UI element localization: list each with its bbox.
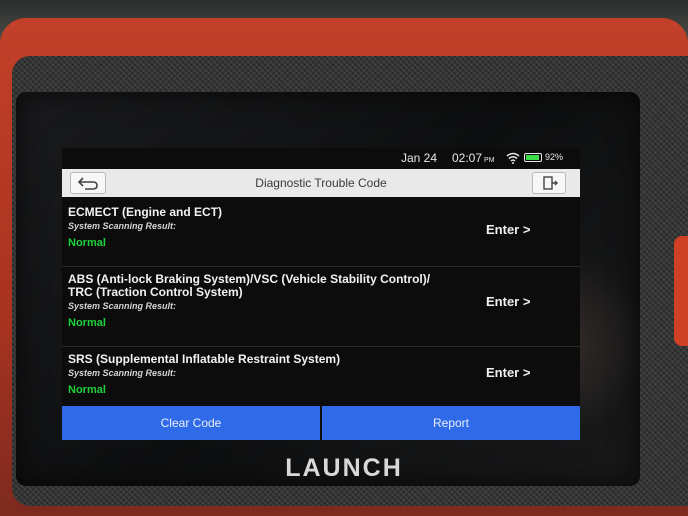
system-status: Normal: [68, 384, 106, 396]
status-time-value: 02:07: [452, 151, 483, 165]
status-time: 02:07 PM: [452, 151, 495, 165]
status-date: Jan 24: [401, 151, 438, 165]
enter-button-abs[interactable]: Enter >: [486, 294, 530, 309]
battery-percent: 92%: [545, 152, 564, 162]
exit-icon: [543, 176, 558, 190]
system-name: ECMECT (Engine and ECT): [68, 205, 222, 219]
enter-button-srs[interactable]: Enter >: [486, 365, 530, 380]
clear-code-button[interactable]: Clear Code: [62, 406, 320, 440]
row-divider: [62, 346, 580, 347]
status-ampm: PM: [484, 157, 495, 164]
system-status: Normal: [68, 317, 106, 329]
title-bar: Diagnostic Trouble Code: [62, 169, 580, 197]
page-title: Diagnostic Trouble Code: [255, 176, 387, 190]
row-divider: [62, 266, 580, 267]
system-status: Normal: [68, 237, 106, 249]
exit-button[interactable]: [532, 172, 566, 194]
status-bar: Jan 24 02:07 PM 92%: [62, 148, 580, 168]
report-button[interactable]: Report: [322, 406, 580, 440]
brand-logo: LAUNCH: [285, 454, 403, 482]
wifi-icon: [506, 152, 520, 164]
device-screen: Jan 24 02:07 PM 92% Diagnostic Trouble Co…: [62, 148, 580, 440]
enter-button-ecmect[interactable]: Enter >: [486, 222, 530, 237]
battery-icon: [524, 153, 542, 162]
battery-level: [526, 155, 539, 160]
device-side-button: [674, 236, 688, 346]
action-bar: Clear Code Report: [62, 406, 580, 440]
